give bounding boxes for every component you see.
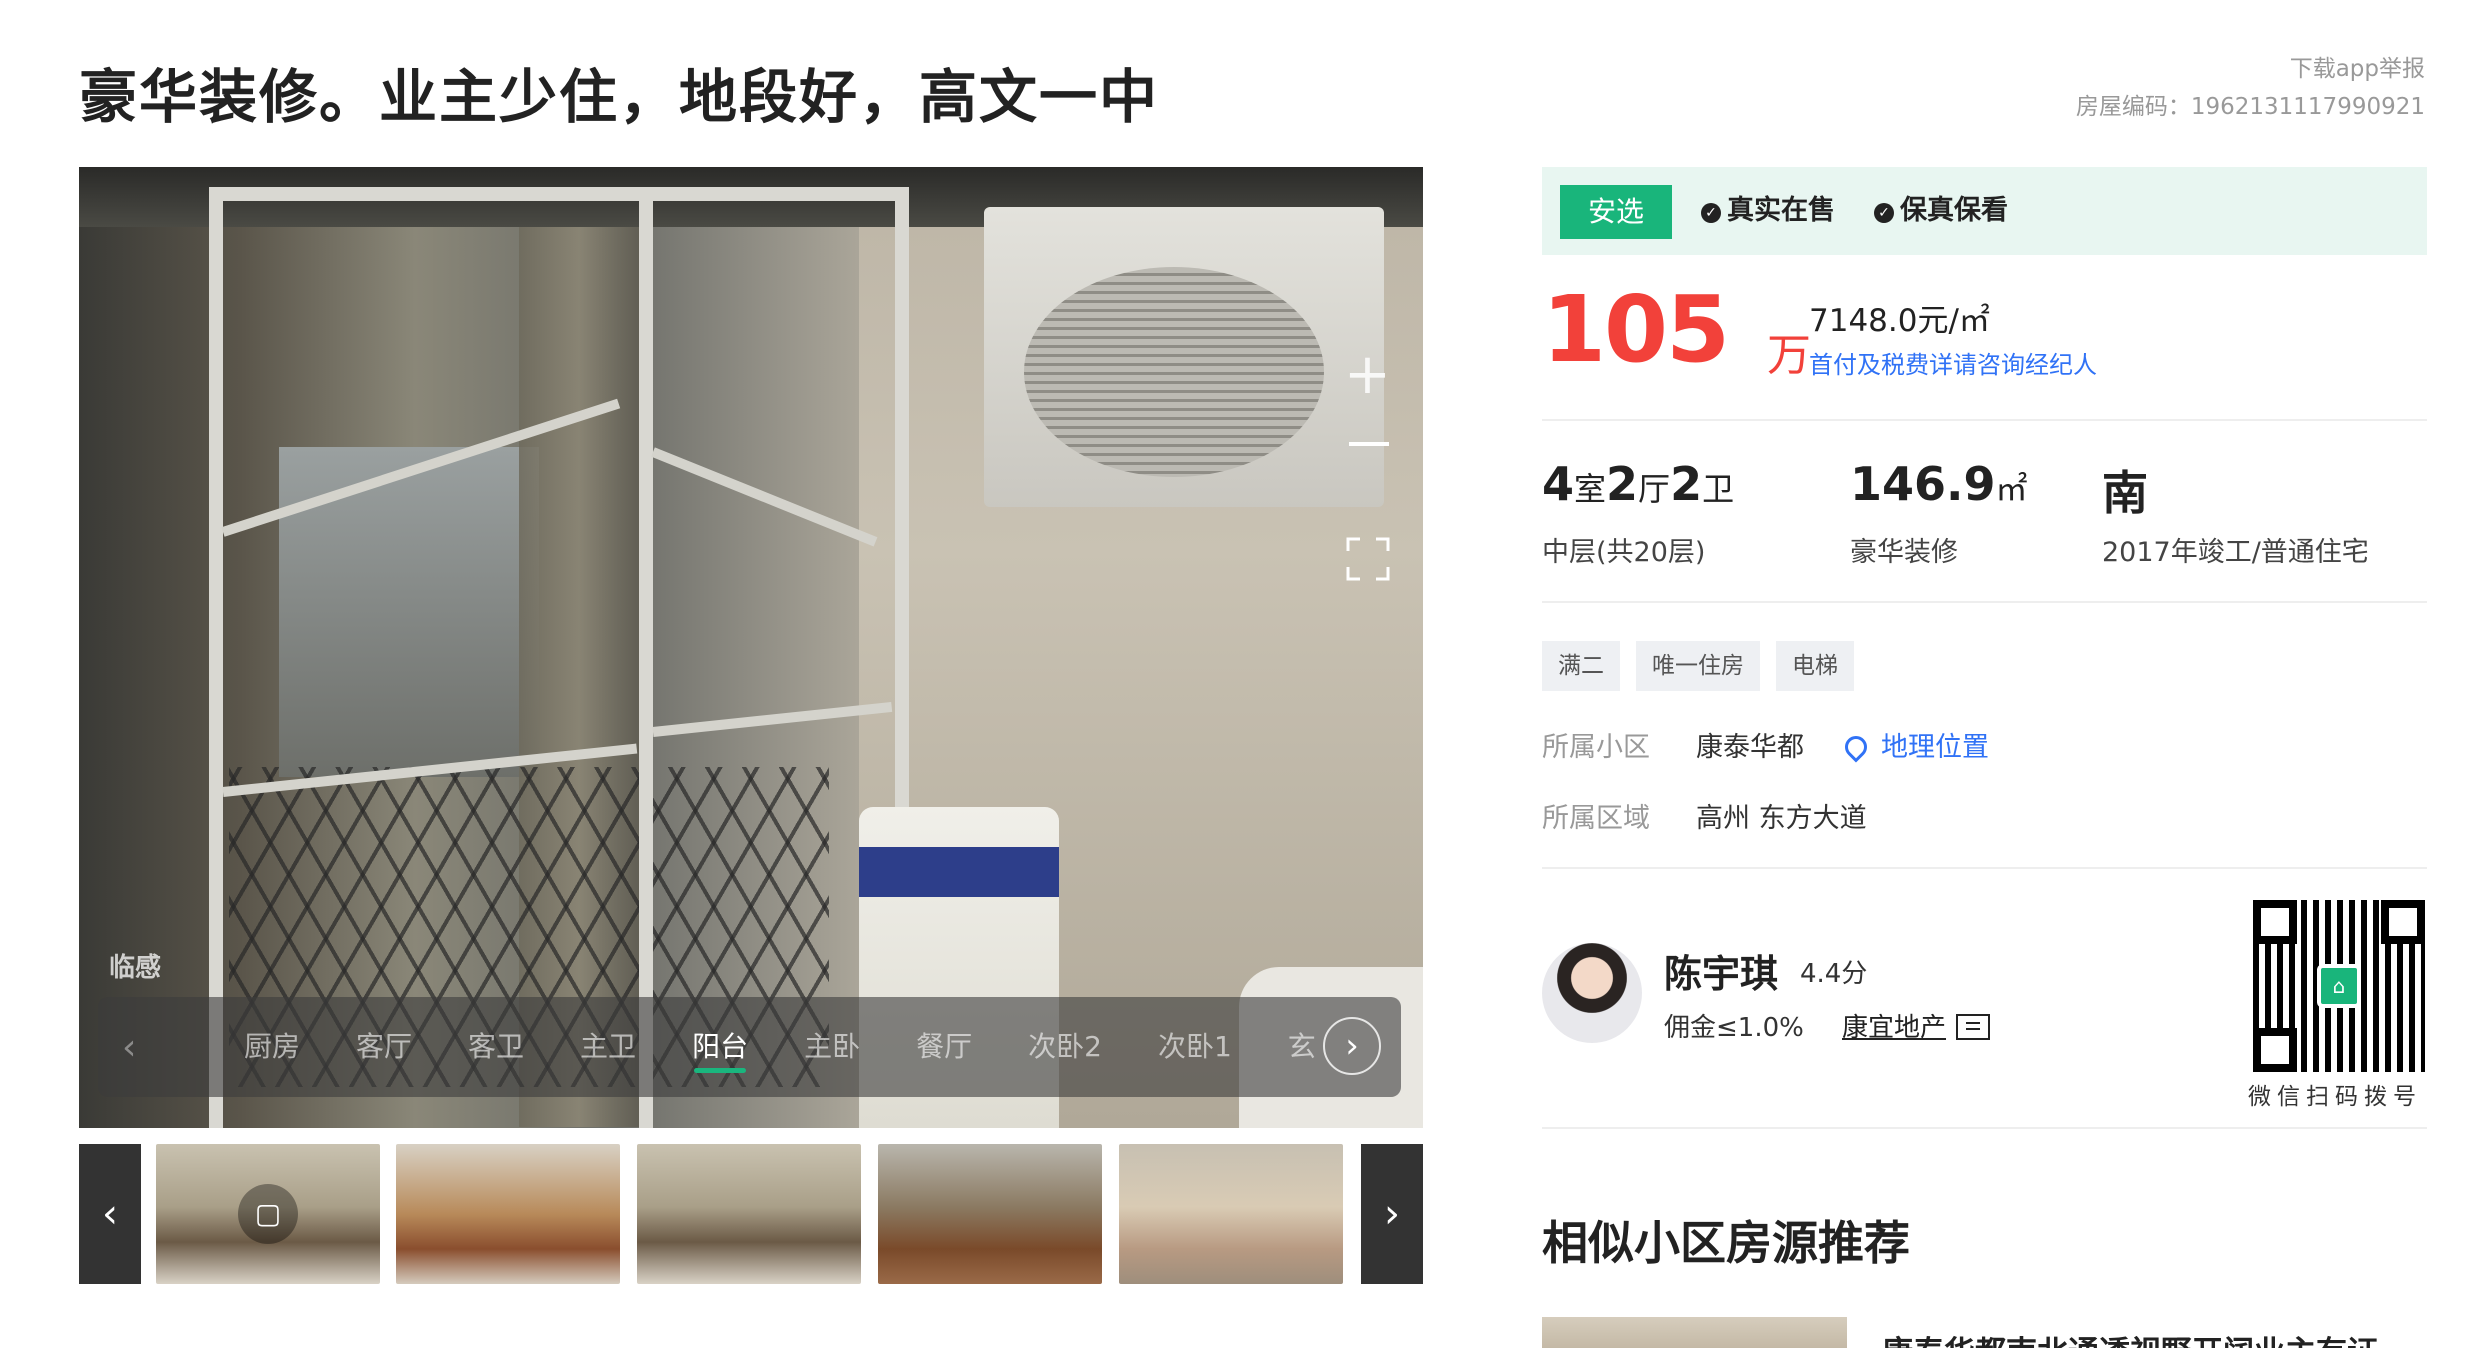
region-label: 所属区域 bbox=[1542, 803, 1650, 834]
tag: 满二 bbox=[1542, 641, 1620, 691]
scene-door-divider bbox=[639, 187, 653, 1128]
anxuan-badge: 安选 bbox=[1560, 185, 1672, 239]
similar-listings-title: 相似小区房源推荐 bbox=[1542, 1216, 1910, 1270]
check-icon: ✓ bbox=[1701, 203, 1721, 223]
room-tab-bar: ‹ 厨房 客厅 客卫 主卫 阳台 主卧 餐厅 次卧2 次卧1 玄 › bbox=[98, 997, 1401, 1097]
floor-area: 146.9㎡ bbox=[1850, 457, 2028, 511]
recommend-thumbnail[interactable] bbox=[1542, 1317, 1847, 1348]
report-link[interactable]: 下载app举报 bbox=[2076, 50, 2425, 88]
room-tab[interactable]: 次卧2 bbox=[1000, 997, 1130, 1097]
total-price: 105 bbox=[1542, 276, 1730, 383]
tax-consult-link[interactable]: 首付及税费详请咨询经纪人 bbox=[1809, 345, 2097, 380]
qr-label: 微信扫码拨号 bbox=[2248, 1084, 2422, 1110]
guarantee-view: ✓ 保真保看 bbox=[1874, 167, 2008, 255]
room-tab[interactable]: 阳台 bbox=[664, 997, 776, 1097]
room-prev-icon[interactable]: ‹ bbox=[122, 1027, 136, 1068]
year-type-info: 2017年竣工/普通住宅 bbox=[2102, 537, 2369, 568]
location-pin-icon bbox=[1840, 731, 1872, 763]
wechat-qr-code: ⌂ bbox=[2253, 900, 2425, 1072]
floor-info: 中层(共20层) bbox=[1542, 537, 1706, 568]
fullscreen-icon[interactable] bbox=[1346, 537, 1390, 581]
community-label: 所属小区 bbox=[1542, 732, 1650, 763]
room-layout: 4室2厅2卫 bbox=[1542, 457, 1735, 511]
thumb-next-button[interactable]: › bbox=[1361, 1144, 1423, 1284]
thumbnail[interactable] bbox=[396, 1144, 620, 1284]
feature-tags: 满二 唯一住房 电梯 bbox=[1542, 641, 1854, 691]
orientation: 南 bbox=[2102, 466, 2148, 520]
room-tab[interactable]: 主卧 bbox=[776, 997, 888, 1097]
recommend-title[interactable]: 康泰华都南北通透视野开阔业主有证... bbox=[1882, 1327, 2427, 1348]
thumb-prev-button[interactable]: ‹ bbox=[79, 1144, 141, 1284]
tag: 电梯 bbox=[1776, 641, 1854, 691]
badge-bar: 安选 ✓ 真实在售 ✓ 保真保看 bbox=[1542, 167, 2427, 255]
home-icon: ⌂ bbox=[2317, 964, 2361, 1008]
zoom-out-button[interactable] bbox=[1349, 442, 1389, 446]
room-tabs: 厨房 客厅 客卫 主卫 阳台 主卧 餐厅 次卧2 次卧1 玄 bbox=[216, 997, 1346, 1097]
agent-commission: 佣金≤1.0% bbox=[1664, 1013, 1804, 1043]
agency-link[interactable]: 康宜地产 bbox=[1842, 1007, 1991, 1044]
community-value[interactable]: 康泰华都 bbox=[1696, 725, 1804, 764]
agent-avatar[interactable] bbox=[1542, 943, 1642, 1043]
house-code: 房屋编码：1962131117990921 bbox=[2075, 94, 2425, 120]
room-tab[interactable]: 餐厅 bbox=[888, 997, 1000, 1097]
geo-location-link[interactable]: 地理位置 bbox=[1840, 725, 1989, 764]
room-tab[interactable]: 厨房 bbox=[216, 997, 328, 1097]
room-tab[interactable]: 客卫 bbox=[440, 997, 552, 1097]
zoom-in-button[interactable]: + bbox=[1344, 347, 1391, 403]
scene-door-frame bbox=[209, 187, 909, 1128]
thumbnail-strip: ‹ ▢ › bbox=[79, 1144, 1423, 1284]
agent-score: 4.4分 bbox=[1800, 959, 1868, 989]
guarantee-real: ✓ 真实在售 bbox=[1701, 167, 1835, 255]
listing-title: 豪华装修。业主少住，地段好，高文一中 bbox=[79, 63, 1160, 131]
price-unit: 万 bbox=[1767, 330, 1811, 381]
thumbnail[interactable] bbox=[1119, 1144, 1343, 1284]
thumbnail[interactable]: ▢ bbox=[156, 1144, 380, 1284]
divider bbox=[1542, 867, 2427, 869]
room-tab[interactable]: 主卫 bbox=[552, 997, 664, 1097]
scene-washer-panel bbox=[859, 847, 1059, 897]
thumbnail[interactable] bbox=[637, 1144, 861, 1284]
divider bbox=[1542, 1127, 2427, 1129]
room-tab[interactable]: 客厅 bbox=[328, 997, 440, 1097]
panorama-viewer[interactable]: 临感 + ‹ 厨房 客厅 客卫 主卫 阳台 主卧 餐厅 次卧2 次卧1 玄 › bbox=[79, 167, 1423, 1128]
check-icon: ✓ bbox=[1874, 203, 1894, 223]
tag: 唯一住房 bbox=[1636, 641, 1760, 691]
scene-ac-grill bbox=[1024, 267, 1324, 477]
region-value: 高州 东方大道 bbox=[1696, 803, 1867, 834]
divider bbox=[1542, 601, 2427, 603]
watermark-logo: 临感 bbox=[109, 953, 162, 983]
divider bbox=[1542, 419, 2427, 421]
agent-name[interactable]: 陈宇琪 bbox=[1664, 943, 1778, 998]
unit-price: 7148.0元/㎡ bbox=[1809, 303, 1990, 339]
vr-icon: ▢ bbox=[238, 1184, 298, 1244]
room-tab[interactable]: 次卧1 bbox=[1130, 997, 1260, 1097]
room-next-button[interactable]: › bbox=[1323, 1017, 1381, 1075]
thumbnail[interactable] bbox=[878, 1144, 1102, 1284]
listing-meta: 下载app举报 房屋编码：1962131117990921 bbox=[2076, 50, 2425, 126]
decoration-info: 豪华装修 bbox=[1850, 537, 1958, 568]
license-icon bbox=[1956, 1014, 1991, 1040]
